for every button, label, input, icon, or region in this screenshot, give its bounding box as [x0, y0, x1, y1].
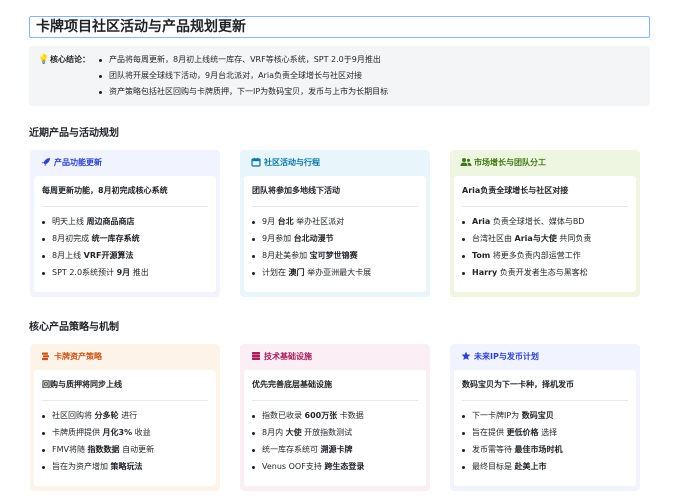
- section-title-strategy: 核心产品策略与机制: [29, 322, 119, 333]
- card-header: 产品功能更新: [30, 150, 220, 176]
- card-community-events: 社区活动与行程 团队将参加多地线下活动 9月 台北 举办社区派对 9月参加 台北动…: [240, 150, 430, 297]
- card-list: Aria 负责全球增长、媒体与BD 台湾社区由 Aria与大使 共同负责 Tom 将…: [462, 216, 591, 284]
- summary-item: 产品将每周更新，8月初上线统一库存、VRF等核心系统，SPT 2.0于9月推出: [99, 54, 388, 70]
- list-item: 8月赴美参加 宝可梦世锦赛: [252, 250, 371, 267]
- list-item: 社区回购将 分多轮 进行: [42, 410, 154, 427]
- star-icon: [460, 351, 472, 363]
- list-item: 9月 台北 举办社区派对: [252, 216, 371, 233]
- list-item: Tom 将更多负责内部运营工作: [462, 250, 591, 267]
- card-body: 回购与质押将同步上线 社区回购将 分多轮 进行 卡牌质押提供 月化3% 收益 FMV…: [34, 370, 216, 486]
- card-list: 9月 台北 举办社区派对 9月参加 台北动漫节 8月赴美参加 宝可梦世锦赛 计划在 澳…: [252, 216, 371, 284]
- summary-label: 核心结论：: [50, 55, 90, 64]
- card-header: 市场增长与团队分工: [450, 150, 640, 176]
- summary-item: 资产策略包括社区回购与卡牌质押，下一IP为数码宝贝，发币与上市为长期目标: [99, 86, 388, 102]
- card-title: 未来IP与发币计划: [474, 352, 539, 361]
- list-item: 下一卡牌IP为 数码宝贝: [462, 410, 563, 427]
- card-headline: 优先完善底层基础设施: [252, 380, 332, 389]
- page-title: 卡牌项目社区活动与产品规划更新: [29, 16, 650, 38]
- list-item: SPT 2.0系统预计 9月 推出: [42, 267, 149, 284]
- card-title: 社区活动与行程: [264, 158, 320, 167]
- summary-item: 团队将开展全球线下活动，9月台北派对，Aria负责全球增长与社区对接: [99, 70, 388, 86]
- list-item: 统一库存系统可 溯源卡牌: [252, 444, 364, 461]
- summary-list: 产品将每周更新，8月初上线统一库存、VRF等核心系统，SPT 2.0于9月推出 …: [99, 54, 388, 102]
- lightbulb-icon: 💡: [38, 55, 50, 65]
- list-item: 指数已收录 600万张 卡数据: [252, 410, 364, 427]
- list-item: 发币需等待 最佳市场时机: [462, 444, 563, 461]
- card-title: 产品功能更新: [54, 158, 102, 167]
- list-item: FMV将随 指数数据 自动更新: [42, 444, 154, 461]
- card-headline: 团队将参加多地线下活动: [252, 186, 340, 195]
- card-title: 市场增长与团队分工: [474, 158, 546, 167]
- users-icon: [460, 157, 472, 169]
- card-future-ip: 未来IP与发币计划 数码宝贝为下一卡种，择机发币 下一卡牌IP为 数码宝贝 旨在提…: [450, 344, 640, 491]
- card-body: Aria负责全球增长与社区对接 Aria 负责全球增长、媒体与BD 台湾社区由 A…: [454, 176, 636, 292]
- list-item: Harry 负责开发者生态与黑客松: [462, 267, 591, 284]
- list-item: 8月初完成 统一库存系统: [42, 233, 149, 250]
- card-header: 社区活动与行程: [240, 150, 430, 176]
- card-product-updates: 产品功能更新 每周更新功能，8月初完成核心系统 明天上线 周边商品商店 8月初完成…: [30, 150, 220, 297]
- card-title: 卡牌资产策略: [54, 352, 102, 361]
- card-list: 明天上线 周边商品商店 8月初完成 统一库存系统 8月上线 VRF开源算法 SPT 2…: [42, 216, 149, 284]
- divider: [462, 206, 628, 207]
- card-header: 技术基础设施: [240, 344, 430, 370]
- list-item: 旨在提供 更低价格 选择: [462, 427, 563, 444]
- card-headline: Aria负责全球增长与社区对接: [462, 186, 569, 195]
- divider: [462, 400, 628, 401]
- card-body: 团队将参加多地线下活动 9月 台北 举办社区派对 9月参加 台北动漫节 8月赴美参加…: [244, 176, 426, 292]
- divider: [252, 206, 418, 207]
- card-list: 下一卡牌IP为 数码宝贝 旨在提供 更低价格 选择 发币需等待 最佳市场时机 最终目标…: [462, 410, 563, 478]
- card-asset-strategy: 卡牌资产策略 回购与质押将同步上线 社区回购将 分多轮 进行 卡牌质押提供 月化3…: [30, 344, 220, 491]
- divider: [252, 400, 418, 401]
- coins-icon: [40, 351, 52, 363]
- list-item: 9月参加 台北动漫节: [252, 233, 371, 250]
- list-item: 8月内 大使 开放指数测试: [252, 427, 364, 444]
- card-market-growth: 市场增长与团队分工 Aria负责全球增长与社区对接 Aria 负责全球增长、媒体…: [450, 150, 640, 297]
- card-headline: 回购与质押将同步上线: [42, 380, 122, 389]
- list-item: 卡牌质押提供 月化3% 收益: [42, 427, 154, 444]
- section-title-planning: 近期产品与活动规划: [29, 128, 119, 139]
- list-item: 旨在为资产增加 策略玩法: [42, 461, 154, 478]
- calendar-icon: [250, 157, 262, 169]
- list-item: 最终目标是 赴美上市: [462, 461, 563, 478]
- rocket-icon: [40, 157, 52, 169]
- card-tech-infra: 技术基础设施 优先完善底层基础设施 指数已收录 600万张 卡数据 8月内 大使 …: [240, 344, 430, 491]
- card-list: 社区回购将 分多轮 进行 卡牌质押提供 月化3% 收益 FMV将随 指数数据 自动更…: [42, 410, 154, 478]
- card-header: 未来IP与发币计划: [450, 344, 640, 370]
- card-title: 技术基础设施: [264, 352, 312, 361]
- card-header: 卡牌资产策略: [30, 344, 220, 370]
- card-body: 优先完善底层基础设施 指数已收录 600万张 卡数据 8月内 大使 开放指数测试统…: [244, 370, 426, 486]
- list-item: Venus OOF支持 跨生态登录: [252, 461, 364, 478]
- list-item: 8月上线 VRF开源算法: [42, 250, 149, 267]
- card-list: 指数已收录 600万张 卡数据 8月内 大使 开放指数测试 统一库存系统可 溯源卡牌…: [252, 410, 364, 478]
- list-item: 台湾社区由 Aria与大使 共同负责: [462, 233, 591, 250]
- divider: [42, 206, 208, 207]
- divider: [42, 400, 208, 401]
- database-icon: [250, 351, 262, 363]
- list-item: Aria 负责全球增长、媒体与BD: [462, 216, 591, 233]
- card-headline: 每周更新功能，8月初完成核心系统: [42, 186, 168, 195]
- card-headline: 数码宝贝为下一卡种，择机发币: [462, 380, 574, 389]
- summary-panel: 💡 核心结论： 产品将每周更新，8月初上线统一库存、VRF等核心系统，SPT 2…: [29, 46, 650, 106]
- list-item: 计划在 澳门 举办亚洲最大卡展: [252, 267, 371, 284]
- list-item: 明天上线 周边商品商店: [42, 216, 149, 233]
- card-body: 数码宝贝为下一卡种，择机发币 下一卡牌IP为 数码宝贝 旨在提供 更低价格 选择发…: [454, 370, 636, 486]
- card-body: 每周更新功能，8月初完成核心系统 明天上线 周边商品商店 8月初完成 统一库存系统…: [34, 176, 216, 292]
